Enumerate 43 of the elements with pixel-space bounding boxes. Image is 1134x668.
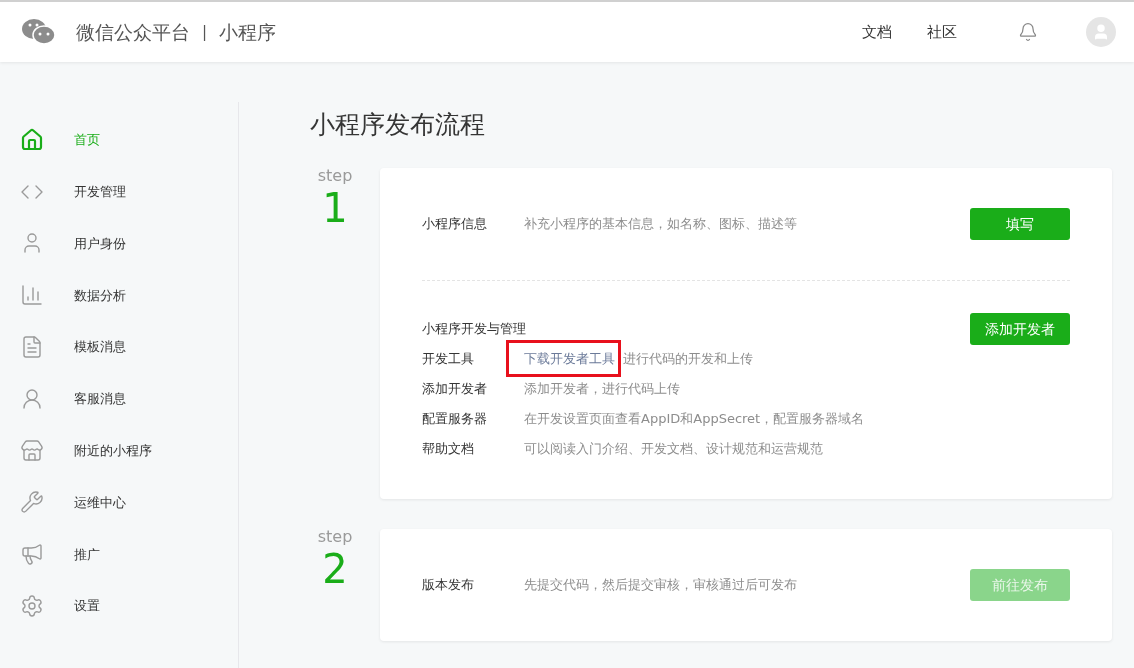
megaphone-icon — [20, 542, 44, 567]
item-label: 帮助文档 — [422, 439, 475, 458]
sidebar-item[interactable]: 开发管理 — [0, 165, 238, 218]
item-label: 小程序信息 — [422, 214, 488, 233]
home-icon — [20, 127, 44, 152]
person-icon — [20, 386, 44, 411]
page-title: 小程序发布流程 — [310, 109, 486, 141]
item-label: 版本发布 — [422, 575, 475, 594]
sidebar-item[interactable]: 用户身份 — [0, 217, 238, 270]
sidebar-item[interactable]: 模板消息 — [0, 321, 238, 373]
bar-chart-icon — [20, 283, 44, 308]
step-label: step — [317, 167, 353, 184]
step-number: 1 — [322, 187, 348, 228]
item-description: 先提交代码，然后提交审核，审核通过后可发布 — [524, 575, 798, 594]
product-title: 小程序 — [219, 19, 277, 45]
wrench-icon — [20, 490, 44, 515]
item-description: 补充小程序的基本信息，如名称、图标、描述等 — [524, 214, 798, 233]
brand-title: 微信公众平台 — [76, 19, 190, 45]
title-separator: | — [202, 21, 208, 43]
sidebar-item[interactable]: 附近的小程序 — [0, 424, 238, 477]
item-label: 配置服务器 — [422, 409, 488, 428]
download-link[interactable]: 下载开发者工具 — [524, 350, 615, 366]
sidebar-item[interactable]: 设置 — [0, 580, 238, 632]
sidebar-item[interactable]: 客服消息 — [0, 373, 238, 425]
notification-bell-icon[interactable] — [1018, 22, 1038, 42]
document-icon — [20, 335, 44, 360]
section-heading: 小程序开发与管理 — [422, 319, 526, 338]
sidebar-item[interactable]: 数据分析 — [0, 269, 238, 322]
settings-icon — [20, 594, 44, 619]
chat-bubbles-logo-icon — [22, 18, 56, 46]
item-description: 可以阅读入门介绍、开发文档、设计规范和运营规范 — [524, 439, 823, 458]
step-number: 2 — [322, 548, 348, 589]
sidebar-item[interactable]: 推广 — [0, 528, 238, 581]
item-description: 在开发设置页面查看AppID和AppSecret，配置服务器域名 — [524, 409, 865, 428]
step-label: step — [317, 528, 353, 545]
item-description: 进行代码的开发和上传 — [623, 349, 753, 368]
nav-link[interactable]: 社区 — [927, 20, 957, 44]
item-description: 添加开发者，进行代码上传 — [524, 379, 680, 398]
item-label: 添加开发者 — [422, 379, 488, 398]
sidebar-item[interactable]: 运维中心 — [0, 476, 238, 529]
nav-link[interactable]: 文档 — [862, 20, 892, 44]
item-label: 开发工具 — [422, 349, 475, 368]
store-icon — [20, 438, 44, 463]
